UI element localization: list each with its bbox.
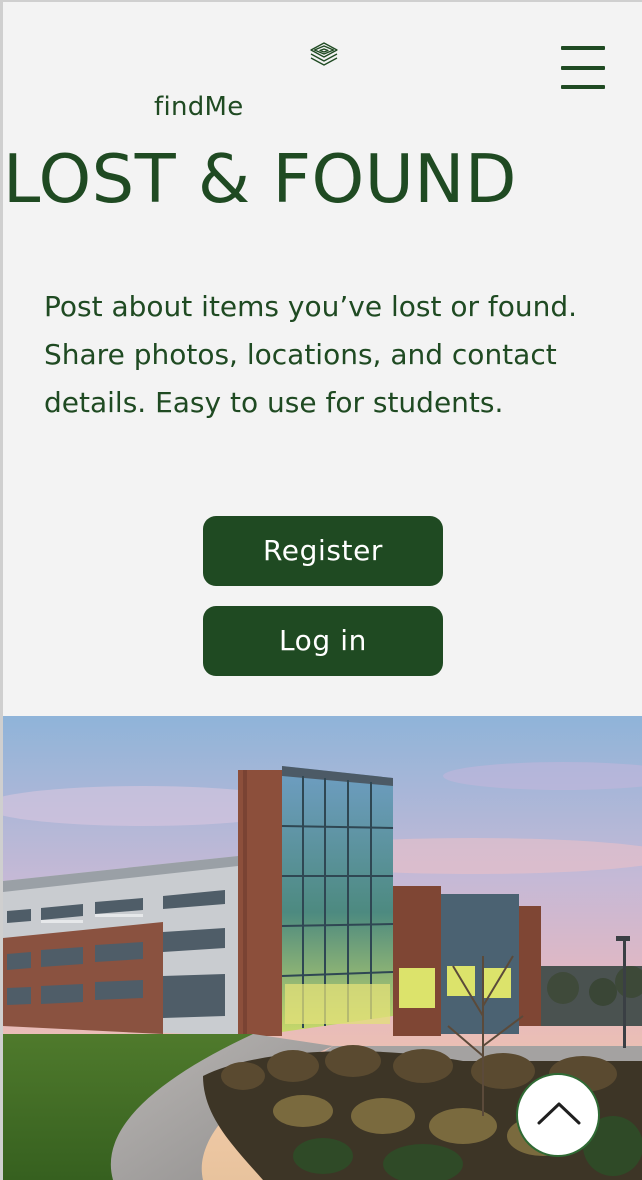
left-border: [0, 0, 3, 1180]
top-border: [0, 0, 642, 2]
stacked-layers-icon[interactable]: [309, 41, 339, 69]
page-title: LOST & FOUND: [3, 140, 517, 218]
register-button[interactable]: Register: [203, 516, 443, 586]
page-description: Post about items you’ve lost or found. S…: [44, 290, 578, 419]
scroll-to-top-button[interactable]: [516, 1073, 600, 1157]
hamburger-menu-icon[interactable]: [556, 44, 608, 92]
login-button[interactable]: Log in: [203, 606, 443, 676]
page: findMe LOST & FOUND Post about items you…: [0, 0, 642, 1180]
chevron-up-icon: [537, 1102, 581, 1125]
brand-name[interactable]: findMe: [154, 90, 244, 124]
